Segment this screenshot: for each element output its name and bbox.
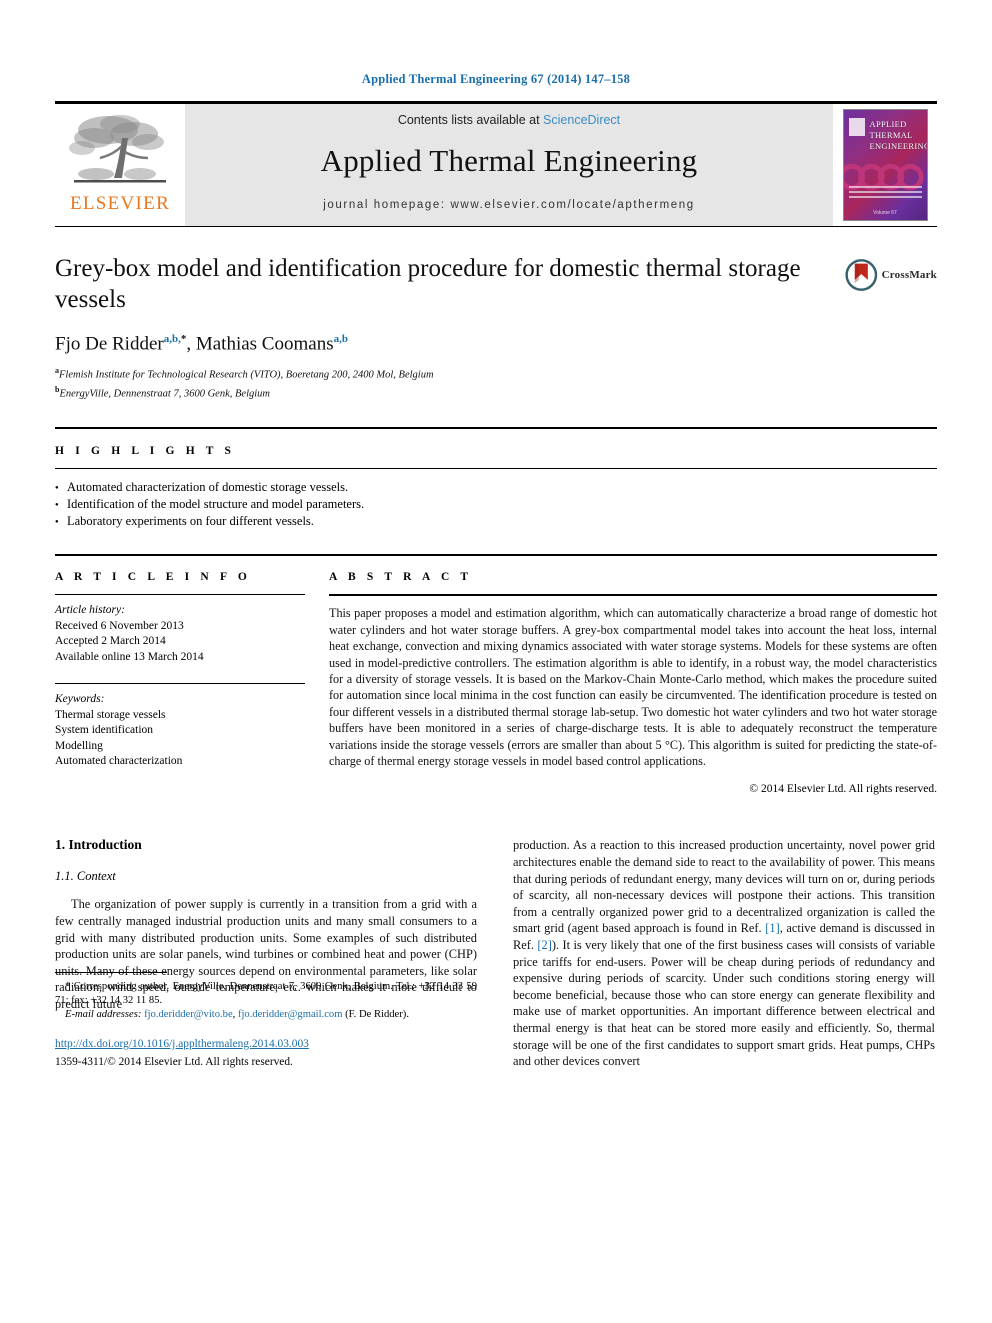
subsection-heading-context: 1.1. Context bbox=[55, 869, 116, 884]
email-addresses-note: E-mail addresses: fjo.deridder@vito.be, … bbox=[55, 1008, 477, 1022]
body-paragraph-right: production. As a reaction to this increa… bbox=[513, 837, 935, 1069]
list-item: Identification of the model structure an… bbox=[55, 496, 937, 515]
keyword-item: Automated characterization bbox=[55, 755, 183, 768]
article-info-column: A R T I C L E I N F O Article history: R… bbox=[55, 571, 305, 795]
author-list: Fjo De Riddera,b,*, Mathias Coomansa,b bbox=[55, 333, 937, 355]
highlights-rule bbox=[55, 468, 937, 470]
list-item: Laboratory experiments on four different… bbox=[55, 513, 937, 532]
cover-line-1: APPLIED bbox=[869, 119, 907, 129]
article-info-heading: A R T I C L E I N F O bbox=[55, 571, 251, 584]
cover-title-text: APPLIED THERMAL ENGINEERING bbox=[869, 119, 928, 152]
elsevier-wordmark: ELSEVIER bbox=[69, 193, 171, 214]
article-history-online: Available online 13 March 2014 bbox=[55, 650, 204, 663]
article-history-accepted: Accepted 2 March 2014 bbox=[55, 635, 166, 648]
article-info-rule-2 bbox=[55, 683, 305, 685]
article-history-received: Received 6 November 2013 bbox=[55, 619, 184, 632]
email-link-vito[interactable]: fjo.deridder@vito.be bbox=[144, 1009, 233, 1020]
abstract-heading: A B S T R A C T bbox=[329, 571, 473, 584]
abstract-text: This paper proposes a model and estimati… bbox=[329, 606, 937, 768]
affiliation-a: aFlemish Institute for Technological Res… bbox=[55, 364, 937, 383]
keyword-item: System identification bbox=[55, 724, 154, 737]
cover-volume-caption: Volume 67 bbox=[873, 210, 897, 216]
list-item: Automated characterization of domestic s… bbox=[55, 479, 937, 498]
highlights-section: H I G H L I G H T S Automated characteri… bbox=[55, 429, 937, 532]
reference-link-1[interactable]: [1] bbox=[765, 921, 779, 935]
affiliation-text-b: EnergyVille, Dennenstraat 7, 3600 Genk, … bbox=[59, 388, 270, 400]
keyword-item: Modelling bbox=[55, 739, 103, 752]
email-addresses-label: E-mail addresses: bbox=[65, 1008, 142, 1020]
reference-link-2[interactable]: [2] bbox=[537, 938, 551, 952]
article-body: 1. Introduction 1.1. Context The organiz… bbox=[55, 795, 937, 1069]
journal-cover-thumbnail: APPLIED THERMAL ENGINEERING Volume 67 bbox=[833, 104, 937, 226]
page-title: Grey-box model and identification proced… bbox=[55, 255, 801, 313]
author-separator: , bbox=[186, 333, 196, 355]
section-heading-introduction: 1. Introduction bbox=[55, 837, 142, 853]
cover-footer-lines bbox=[848, 186, 922, 204]
crossmark-icon bbox=[845, 259, 878, 291]
body-right-part3: ). It is very likely that one of the fir… bbox=[513, 937, 935, 1069]
masthead-center-panel: Contents lists available at ScienceDirec… bbox=[185, 104, 833, 226]
article-history-label: Article history: bbox=[55, 604, 125, 617]
contents-available-line: Contents lists available at ScienceDirec… bbox=[398, 113, 620, 127]
body-column-right: production. As a reaction to this increa… bbox=[513, 837, 935, 1069]
email-attribution: (F. De Ridder). bbox=[342, 1008, 409, 1020]
page-footnote: * Corresponding author. EnergyVille, Den… bbox=[55, 971, 477, 1070]
affiliation-b: bEnergyVille, Dennenstraat 7, 3600 Genk,… bbox=[55, 383, 937, 402]
crossmark-badge[interactable]: CrossMark bbox=[845, 249, 937, 301]
author-name-1: Fjo De Ridder bbox=[55, 333, 164, 355]
affiliation-text-a: Flemish Institute for Technological Rese… bbox=[59, 369, 434, 381]
author-marks-1: a,b,* bbox=[163, 333, 187, 345]
doi-block: http://dx.doi.org/10.1016/j.applthermale… bbox=[55, 1037, 477, 1070]
corresponding-author-text: * Corresponding author. EnergyVille, Den… bbox=[55, 980, 477, 1006]
corresponding-author-note: * Corresponding author. EnergyVille, Den… bbox=[55, 980, 477, 1008]
journal-masthead: ELSEVIER Contents lists available at Sci… bbox=[55, 101, 937, 226]
doi-link[interactable]: http://dx.doi.org/10.1016/j.applthermale… bbox=[55, 1037, 477, 1052]
crossmark-label: CrossMark bbox=[881, 269, 937, 281]
article-info-rule-1 bbox=[55, 594, 305, 596]
footnote-rule bbox=[55, 971, 167, 973]
running-head: Applied Thermal Engineering 67 (2014) 14… bbox=[361, 72, 631, 86]
elsevier-logo: ELSEVIER bbox=[55, 104, 185, 226]
journal-homepage-link[interactable]: journal homepage: www.elsevier.com/locat… bbox=[323, 199, 695, 211]
highlights-heading: H I G H L I G H T S bbox=[55, 445, 236, 458]
abstract-column: A B S T R A C T This paper proposes a mo… bbox=[329, 571, 937, 795]
author-marks-2: a,b bbox=[333, 333, 348, 345]
info-abstract-section: A R T I C L E I N F O Article history: R… bbox=[55, 556, 937, 795]
body-column-left: 1. Introduction 1.1. Context The organiz… bbox=[55, 837, 477, 1069]
sciencedirect-link[interactable]: ScienceDirect bbox=[543, 113, 620, 127]
cover-line-2: THERMAL bbox=[869, 130, 913, 140]
highlights-list: Automated characterization of domestic s… bbox=[55, 479, 937, 532]
abstract-copyright: © 2014 Elsevier Ltd. All rights reserved… bbox=[749, 783, 937, 796]
contents-prefix: Contents lists available at bbox=[397, 113, 540, 127]
author-name-2: Mathias Coomans bbox=[195, 333, 334, 355]
cover-elsevier-mark-icon bbox=[848, 118, 865, 136]
title-block: Grey-box model and identification proced… bbox=[55, 227, 937, 401]
keyword-item: Thermal storage vessels bbox=[55, 708, 166, 721]
abstract-rule bbox=[329, 594, 937, 597]
issn-copyright-line: 1359-4311/© 2014 Elsevier Ltd. All right… bbox=[55, 1055, 293, 1068]
journal-title: Applied Thermal Engineering bbox=[320, 143, 698, 178]
article-page: Applied Thermal Engineering 67 (2014) 14… bbox=[0, 0, 992, 1323]
email-link-gmail[interactable]: fjo.deridder@gmail.com bbox=[238, 1009, 342, 1020]
keywords-label: Keywords: bbox=[55, 693, 105, 706]
cover-line-3: ENGINEERING bbox=[869, 141, 928, 151]
cover-image: APPLIED THERMAL ENGINEERING Volume 67 bbox=[842, 109, 928, 221]
elsevier-tree-icon bbox=[68, 108, 172, 196]
